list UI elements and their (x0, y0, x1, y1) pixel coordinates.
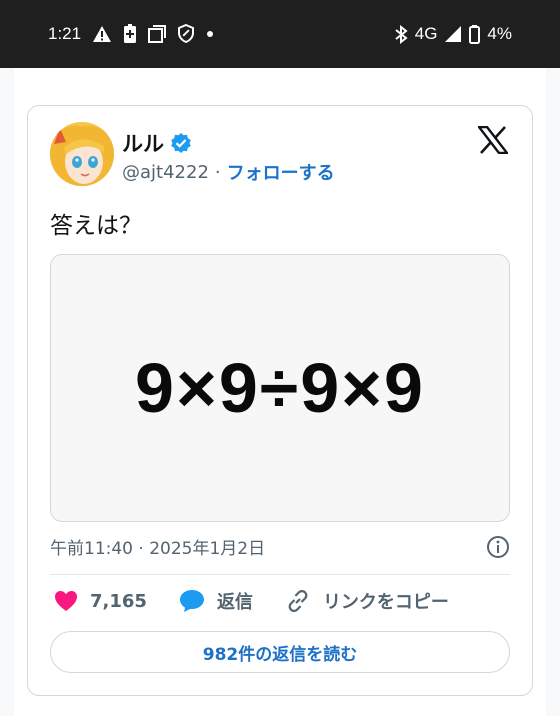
status-time: 1:21 (48, 24, 82, 43)
author-handle[interactable]: @ajt4222 (122, 162, 209, 183)
reply-bubble-icon (179, 590, 204, 612)
signal-icon (445, 26, 462, 42)
info-icon[interactable] (486, 535, 510, 559)
shield-icon (178, 24, 194, 43)
copy-link-label: リンクをコピー (322, 592, 449, 613)
battery-level: 4% (487, 24, 512, 43)
warning-icon (93, 25, 111, 42)
dot-icon (207, 30, 213, 37)
action-bar: 7,165 返信 リンクをコピー (54, 588, 481, 614)
x-logo-icon[interactable] (476, 125, 510, 158)
verified-badge-icon (171, 133, 191, 153)
bluetooth-icon (395, 24, 408, 44)
like-button[interactable]: 7,165 (54, 590, 147, 612)
battery-saver-icon (124, 24, 136, 43)
avatar[interactable] (50, 122, 114, 186)
heart-icon (55, 591, 77, 611)
equation-text: 9×9÷9×9 (135, 349, 425, 427)
link-icon (288, 590, 308, 612)
battery-icon (469, 24, 481, 44)
copy-link-button[interactable]: リンクをコピー (285, 588, 449, 614)
handle-separator: · (214, 161, 221, 183)
follow-button[interactable]: フォローする (227, 159, 335, 185)
status-bar: 1:21 4G 4% (0, 0, 560, 68)
reply-button[interactable]: 返信 (179, 588, 253, 614)
tweet-timestamp[interactable]: 午前11:40 · 2025年1月2日 (50, 534, 265, 559)
network-label: 4G (414, 24, 438, 43)
reply-label: 返信 (216, 592, 253, 613)
screen-icon (148, 24, 166, 43)
tweet-media[interactable]: 9×9÷9×9 (50, 254, 510, 522)
tweet-card: ルル @ajt4222 · フォローする 答えは？ 9×9÷9×9 午前11:4… (27, 105, 533, 696)
divider (50, 574, 510, 575)
author-name[interactable]: ルル (122, 128, 164, 158)
like-count: 7,165 (90, 590, 147, 612)
read-replies-button[interactable]: 982件の返信を読む (50, 631, 510, 673)
tweet-text: 答えは？ (50, 213, 142, 239)
